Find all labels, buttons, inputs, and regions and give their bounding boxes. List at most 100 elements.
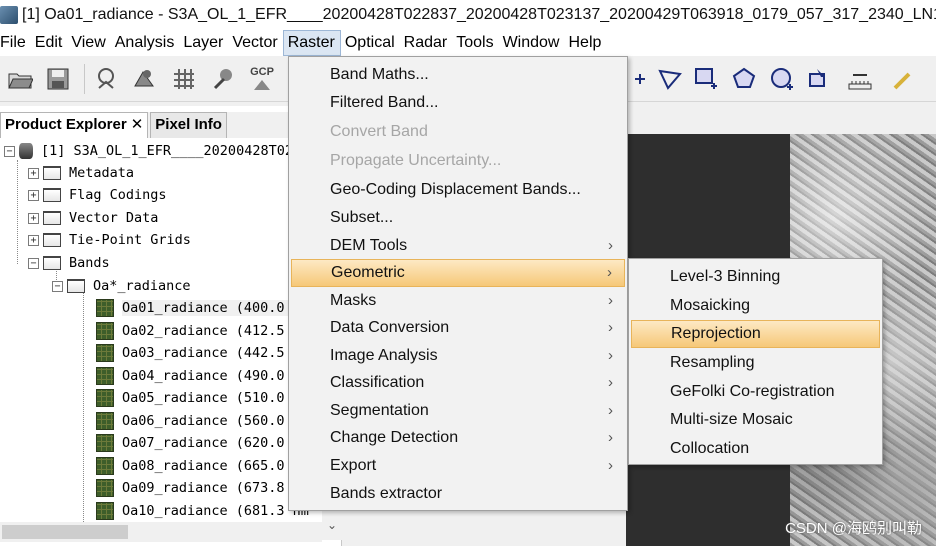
expand-icon[interactable]: + [28,212,39,224]
save-product-icon[interactable] [44,65,72,93]
tree-node-band[interactable]: Oa08_radiance (665.0 n [96,455,301,477]
database-icon [19,143,33,159]
tree-node-band[interactable]: Oa09_radiance (673.8 n [96,477,301,499]
tree-node-bands[interactable]: − Bands [28,252,110,274]
menu-view[interactable]: View [67,30,110,56]
menu-item-geometric[interactable]: Geometric › [291,259,625,287]
menu-optical[interactable]: Optical [341,30,400,56]
select-tool-icon[interactable] [806,65,834,93]
pentagon-drawing-icon[interactable] [730,65,758,93]
band-icon [96,299,114,317]
rect-drawing-icon[interactable] [692,65,720,93]
gcp-icon[interactable] [130,65,158,93]
tree-node-vector-data[interactable]: + Vector Data [28,207,158,229]
collapse-icon[interactable]: − [28,257,39,269]
band-label: Oa10_radiance (681.3 nm [122,503,309,519]
grid-icon[interactable] [170,65,198,93]
tree-node-band[interactable]: Oa01_radiance (400.0 n [96,297,301,319]
menu-item-change-detection[interactable]: Change Detection › [291,424,625,452]
ellipse-drawing-icon[interactable] [768,65,796,93]
menu-item-label: Band Maths... [330,66,429,83]
menu-item-dem-tools[interactable]: DEM Tools › [291,232,625,260]
chevron-right-icon: › [608,319,613,336]
scroll-thumb[interactable] [2,525,128,539]
tree-node-band[interactable]: Oa06_radiance (560.0 n [96,410,301,432]
pencil-icon[interactable] [888,65,916,93]
menu-item-export[interactable]: Export › [291,452,625,480]
pin-icon[interactable] [94,65,122,93]
menu-layer[interactable]: Layer [179,30,228,56]
tree-node-band[interactable]: Oa02_radiance (412.5 n [96,320,301,342]
collapse-icon[interactable]: − [52,280,63,292]
band-label: Oa03_radiance (442.5 n [122,345,301,361]
folder-open-icon [67,279,85,293]
tree-node-band[interactable]: Oa03_radiance (442.5 n [96,342,301,364]
submenu-item-label: Mosaicking [670,297,751,314]
chevron-right-icon: › [608,457,613,474]
expand-icon[interactable]: + [28,189,39,201]
tree-node-band[interactable]: Oa07_radiance (620.0 n [96,432,301,454]
menu-item-label: Convert Band [330,123,428,140]
tree-node-tie-point-grids[interactable]: + Tie-Point Grids [28,229,191,251]
tree-node-metadata[interactable]: + Metadata [28,162,134,184]
close-icon[interactable]: ✕ [131,116,144,133]
submenu-item-label: Level-3 Binning [670,268,781,285]
expand-icon[interactable]: + [28,167,39,179]
tree-horizontal-scrollbar[interactable] [0,522,322,542]
submenu-item-resampling[interactable]: Resampling [631,349,880,377]
menu-item-subset[interactable]: Subset... [291,204,625,232]
submenu-item-reprojection[interactable]: Reprojection [631,320,880,348]
scroll-down-icon[interactable]: ⌄ [322,518,342,536]
menu-vector[interactable]: Vector [228,30,282,56]
tab-pixel-info[interactable]: Pixel Info [150,112,227,138]
chevron-right-icon: › [607,264,612,281]
add-point-icon[interactable] [630,65,658,93]
polygon-drawing-icon[interactable] [656,65,684,93]
menu-item-band-maths[interactable]: Band Maths... [291,61,625,89]
menu-item-filtered-band[interactable]: Filtered Band... [291,89,625,117]
tree-node-band[interactable]: Oa05_radiance (510.0 n [96,387,301,409]
submenu-item-mosaicking[interactable]: Mosaicking [631,292,880,320]
menu-item-segmentation[interactable]: Segmentation › [291,397,625,425]
gcp-tool-icon[interactable]: GCP [248,65,276,93]
menu-radar[interactable]: Radar [400,30,453,56]
band-icon [96,412,114,430]
submenu-item-level-3-binning[interactable]: Level-3 Binning [631,263,880,291]
tree-node-product[interactable]: − [1] S3A_OL_1_EFR____20200428T02 [4,140,293,162]
submenu-item-multi-size-mosaic[interactable]: Multi-size Mosaic [631,406,880,434]
menu-tools[interactable]: Tools [452,30,498,56]
tree-node-flag-codings[interactable]: + Flag Codings [28,184,167,206]
tree-node-label: Oa*_radiance [93,278,191,294]
product-tree: − [1] S3A_OL_1_EFR____20200428T02 + Meta… [0,140,322,540]
tree-node-band[interactable]: Oa04_radiance (490.0 n [96,365,301,387]
menu-analysis[interactable]: Analysis [111,30,180,56]
collapse-icon[interactable]: − [4,145,15,157]
menu-item-geo-coding-displacement[interactable]: Geo-Coding Displacement Bands... [291,176,625,204]
menu-window[interactable]: Window [499,30,565,56]
menu-raster[interactable]: Raster [282,30,341,56]
menu-help[interactable]: Help [564,30,606,56]
open-product-icon[interactable] [6,65,34,93]
menu-item-masks[interactable]: Masks › [291,287,625,315]
menu-item-data-conversion[interactable]: Data Conversion › [291,314,625,342]
tree-node-band-group[interactable]: − Oa*_radiance [52,275,191,297]
menu-item-classification[interactable]: Classification › [291,369,625,397]
menu-edit[interactable]: Edit [31,30,68,56]
tab-product-explorer[interactable]: Product Explorer ✕ [0,112,149,138]
menu-item-bands-extractor[interactable]: Bands extractor [291,480,625,508]
menu-item-image-analysis[interactable]: Image Analysis › [291,342,625,370]
menu-item-label: Classification [330,374,425,391]
folder-open-icon [43,256,61,270]
tree-node-band[interactable]: Oa10_radiance (681.3 nm [96,500,309,522]
menu-file[interactable]: File [0,30,31,56]
menu-bar: File Edit View Analysis Layer Vector Ras… [0,30,936,56]
menu-item-label: Image Analysis [330,347,438,364]
chevron-right-icon: › [608,237,613,254]
range-finder-icon[interactable] [846,65,874,93]
menu-item-label: Segmentation [330,402,429,419]
submenu-item-gefolki[interactable]: GeFolki Co-registration [631,378,880,406]
expand-icon[interactable]: + [28,234,39,246]
magic-wand-icon[interactable] [210,65,238,93]
chevron-right-icon: › [608,429,613,446]
submenu-item-collocation[interactable]: Collocation [631,435,880,463]
